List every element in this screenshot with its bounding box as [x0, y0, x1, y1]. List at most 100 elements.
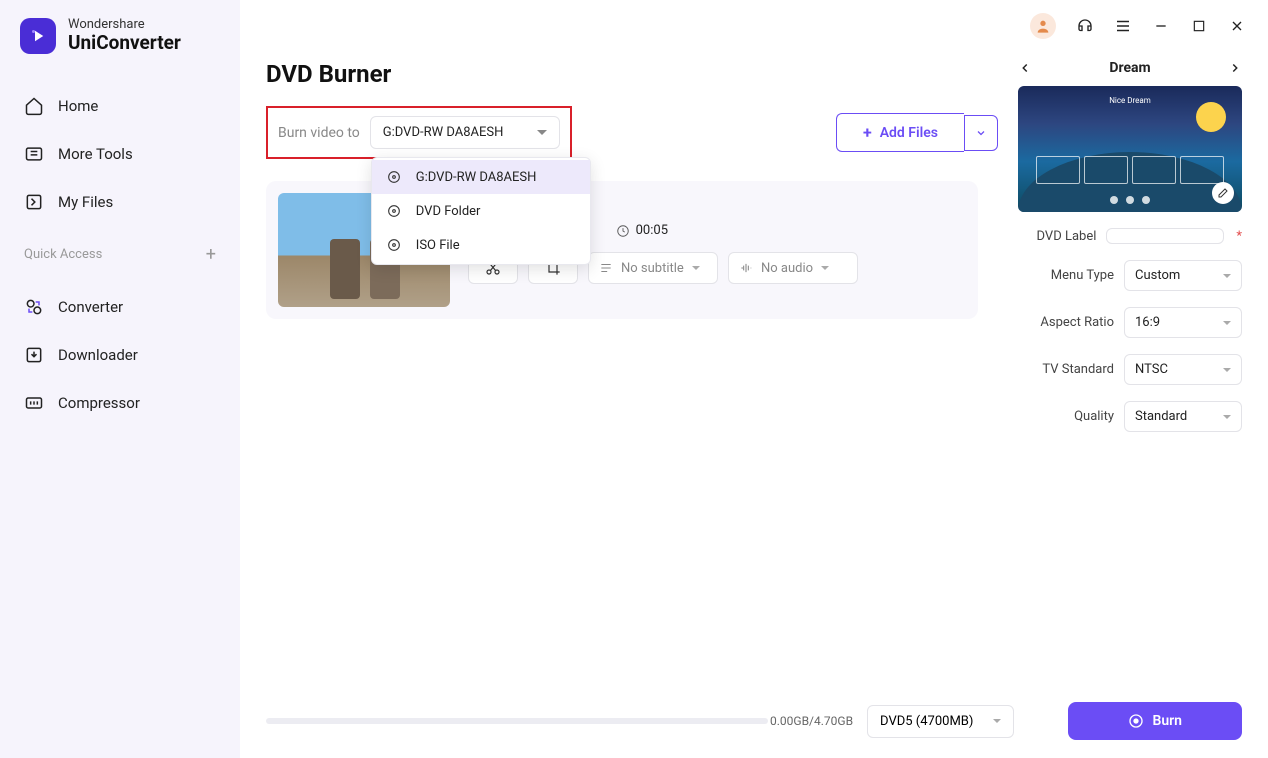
- sidebar-item-label: Compressor: [58, 394, 140, 412]
- caret-down-icon: [821, 266, 829, 270]
- sidebar-item-converter[interactable]: Converter: [0, 283, 240, 331]
- form-row-tv-standard: TV Standard NTSC: [1018, 354, 1242, 385]
- dropdown-option-drive[interactable]: G:DVD-RW DA8AESH: [372, 160, 590, 194]
- sidebar-item-label: Downloader: [58, 346, 138, 364]
- sidebar-item-label: More Tools: [58, 145, 133, 163]
- download-icon: [24, 345, 44, 365]
- sidebar-item-label: My Files: [58, 193, 113, 211]
- burn-to-label: Burn video to: [278, 125, 360, 141]
- add-files-dropdown[interactable]: [964, 115, 998, 151]
- sidebar-item-more-tools[interactable]: More Tools: [0, 130, 240, 178]
- template-nav: Dream: [1018, 60, 1242, 76]
- burn-to-dropdown[interactable]: G:DVD-RW DA8AESH G:DVD-RW DA8AESH DVD Fo…: [370, 116, 560, 149]
- aspect-ratio-label: Aspect Ratio: [1040, 315, 1114, 330]
- dropdown-option-label: ISO File: [416, 238, 460, 253]
- sidebar-item-downloader[interactable]: Downloader: [0, 331, 240, 379]
- burn-to-dropdown-menu: G:DVD-RW DA8AESH DVD Folder ISO File: [371, 157, 591, 265]
- audio-value: No audio: [761, 261, 813, 276]
- files-icon: [24, 192, 44, 212]
- required-marker: *: [1236, 229, 1242, 244]
- caret-down-icon: [1223, 415, 1231, 419]
- menu-icon[interactable]: [1114, 17, 1132, 35]
- page-title: DVD Burner: [266, 60, 998, 88]
- dropdown-option-iso[interactable]: ISO File: [372, 228, 590, 262]
- preview-label: Nice Dream: [1109, 96, 1151, 105]
- aspect-ratio-value: 16:9: [1135, 315, 1160, 330]
- left-column: DVD Burner Burn video to G:DVD-RW DA8AES…: [266, 60, 998, 688]
- quick-access-nav: Converter Downloader Compressor: [0, 275, 240, 435]
- compressor-icon: [24, 393, 44, 413]
- dvd-label-label: DVD Label: [1037, 229, 1097, 244]
- tv-standard-select[interactable]: NTSC: [1124, 354, 1242, 385]
- sidebar-item-home[interactable]: Home: [0, 82, 240, 130]
- template-next[interactable]: [1228, 61, 1242, 75]
- template-preview[interactable]: Nice Dream: [1018, 86, 1242, 212]
- subtitle-select[interactable]: No subtitle: [588, 252, 718, 284]
- subtitle-value: No subtitle: [621, 261, 684, 276]
- menu-type-select[interactable]: Custom: [1124, 260, 1242, 291]
- titlebar: [240, 0, 1268, 40]
- minimize-icon[interactable]: [1152, 17, 1170, 35]
- maximize-icon[interactable]: [1190, 17, 1208, 35]
- plus-icon: +: [863, 123, 872, 142]
- quick-access-header: Quick Access +: [0, 234, 240, 275]
- disc-type-select[interactable]: DVD5 (4700MB): [867, 705, 1014, 738]
- burn-row: Burn video to G:DVD-RW DA8AESH G:DVD-RW …: [266, 106, 998, 159]
- meta-duration-value: 00:05: [636, 223, 668, 238]
- preview-dots: [1110, 196, 1150, 204]
- converter-icon: [24, 297, 44, 317]
- footer: 0.00GB/4.70GB DVD5 (4700MB) Burn: [240, 688, 1268, 758]
- dropdown-option-label: DVD Folder: [416, 204, 481, 219]
- burn-to-selected: G:DVD-RW DA8AESH: [383, 125, 504, 140]
- add-files-button[interactable]: + Add Files: [836, 113, 964, 152]
- tv-standard-value: NTSC: [1135, 362, 1168, 377]
- caret-down-icon: [993, 719, 1001, 723]
- quality-value: Standard: [1135, 409, 1187, 424]
- form-row-quality: Quality Standard: [1018, 401, 1242, 432]
- support-icon[interactable]: [1076, 17, 1094, 35]
- meta-duration: 00:05: [616, 223, 668, 238]
- quick-access-add-icon[interactable]: +: [206, 244, 216, 265]
- caret-down-icon: [1223, 274, 1231, 278]
- close-icon[interactable]: [1228, 17, 1246, 35]
- menu-type-value: Custom: [1135, 268, 1180, 283]
- template-prev[interactable]: [1018, 61, 1032, 75]
- caret-down-icon: [537, 130, 547, 135]
- burn-target-box: Burn video to G:DVD-RW DA8AESH G:DVD-RW …: [266, 106, 572, 159]
- home-icon: [24, 96, 44, 116]
- edit-template-button[interactable]: [1212, 182, 1234, 204]
- primary-nav: Home More Tools My Files: [0, 74, 240, 234]
- add-files-label: Add Files: [880, 125, 938, 141]
- sidebar: Wondershare UniConverter Home More Tools…: [0, 0, 240, 758]
- template-name: Dream: [1109, 60, 1150, 76]
- logo-text: Wondershare UniConverter: [68, 18, 181, 53]
- form-row-aspect-ratio: Aspect Ratio 16:9: [1018, 307, 1242, 338]
- main: DVD Burner Burn video to G:DVD-RW DA8AES…: [240, 0, 1268, 758]
- quality-select[interactable]: Standard: [1124, 401, 1242, 432]
- capacity-text: 0.00GB/4.70GB: [770, 714, 853, 728]
- burn-button[interactable]: Burn: [1068, 702, 1242, 740]
- add-files-group: + Add Files: [836, 113, 998, 152]
- right-column: Dream Nice Dream DVD: [1018, 60, 1242, 688]
- app-logo: Wondershare UniConverter: [0, 18, 240, 74]
- dropdown-option-label: G:DVD-RW DA8AESH: [416, 170, 537, 185]
- sidebar-item-label: Home: [58, 97, 98, 115]
- aspect-ratio-select[interactable]: 16:9: [1124, 307, 1242, 338]
- audio-select[interactable]: No audio: [728, 252, 858, 284]
- caret-down-icon: [692, 266, 700, 270]
- dvd-label-input[interactable]: [1106, 228, 1224, 244]
- sidebar-item-my-files[interactable]: My Files: [0, 178, 240, 226]
- form-row-menu-type: Menu Type Custom: [1018, 260, 1242, 291]
- disc-type-value: DVD5 (4700MB): [880, 714, 973, 729]
- quick-access-label: Quick Access: [24, 247, 102, 262]
- preview-frames: [1036, 156, 1224, 184]
- form-row-dvd-label: DVD Label *: [1018, 228, 1242, 244]
- caret-down-icon: [1223, 368, 1231, 372]
- tools-icon: [24, 144, 44, 164]
- dropdown-option-folder[interactable]: DVD Folder: [372, 194, 590, 228]
- menu-type-label: Menu Type: [1051, 268, 1114, 283]
- sidebar-item-label: Converter: [58, 298, 123, 316]
- brand-bottom: UniConverter: [68, 33, 181, 54]
- sidebar-item-compressor[interactable]: Compressor: [0, 379, 240, 427]
- avatar[interactable]: [1030, 13, 1056, 39]
